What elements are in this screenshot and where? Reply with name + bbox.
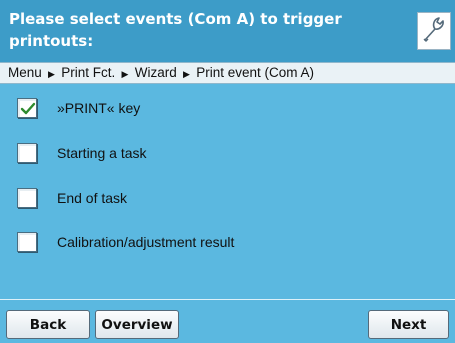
overview-button[interactable]: Overview	[95, 310, 179, 339]
end-of-task-checkbox[interactable]	[17, 188, 37, 208]
event-row-print-key[interactable]: »PRINT« key	[17, 96, 437, 120]
triangle-right-icon: ▶	[180, 69, 193, 79]
starting-task-checkbox[interactable]	[17, 143, 37, 163]
footer-divider	[0, 299, 455, 300]
checkmark-icon	[20, 102, 36, 115]
event-label: Starting a task	[57, 145, 147, 161]
breadcrumb-item-wizard: Wizard	[134, 65, 177, 80]
title-bar: Please select events (Com A) to trigger …	[0, 0, 455, 62]
breadcrumb-item-menu: Menu	[8, 65, 42, 80]
back-button[interactable]: Back	[6, 310, 90, 339]
triangle-right-icon: ▶	[45, 69, 58, 79]
event-row-starting-task[interactable]: Starting a task	[17, 141, 437, 165]
calibration-checkbox[interactable]	[17, 232, 37, 252]
event-label: Calibration/adjustment result	[57, 234, 235, 250]
event-label: End of task	[57, 190, 128, 206]
page-title: Please select events (Com A) to trigger …	[9, 10, 342, 50]
wrench-icon	[421, 15, 447, 48]
breadcrumb-item-print-event: Print event (Com A)	[196, 65, 315, 80]
event-row-end-of-task[interactable]: End of task	[17, 186, 437, 210]
breadcrumb-item-print-fct: Print Fct.	[61, 65, 116, 80]
event-label: »PRINT« key	[57, 100, 141, 116]
print-event-screen: Please select events (Com A) to trigger …	[0, 0, 455, 343]
next-button[interactable]: Next	[368, 310, 449, 339]
event-row-calibration[interactable]: Calibration/adjustment result	[17, 230, 437, 254]
print-key-checkbox[interactable]	[17, 98, 37, 118]
breadcrumb: Menu ▶ Print Fct. ▶ Wizard ▶ Print event…	[0, 62, 455, 84]
settings-button[interactable]	[417, 12, 451, 50]
triangle-right-icon: ▶	[119, 69, 131, 79]
